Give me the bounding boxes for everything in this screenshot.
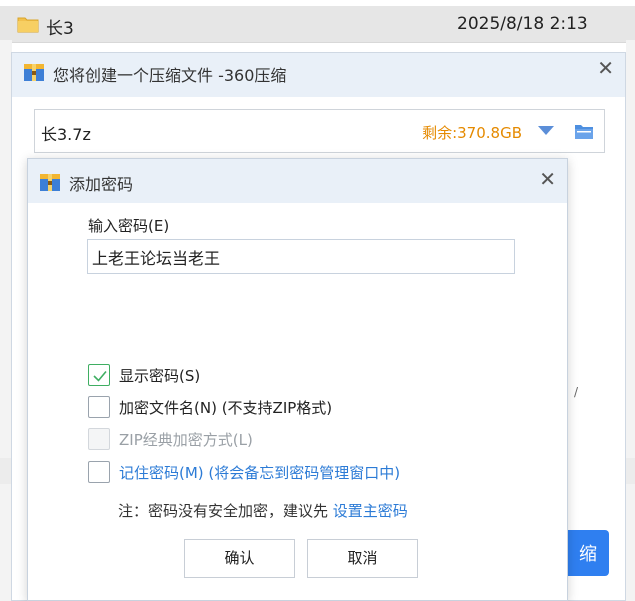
archive-app-icon <box>40 174 60 191</box>
password-input-label: 输入密码(E) <box>88 217 170 235</box>
password-input[interactable] <box>87 239 515 274</box>
main-title-bar: 您将创建一个压缩文件 -360压缩 ✕ <box>12 53 625 97</box>
file-name: 长3 <box>46 19 74 39</box>
remember-password-label[interactable]: 记住密码(M) (将会备忘到密码管理窗口中) <box>119 462 400 483</box>
set-master-password-link[interactable]: 设置主密码 <box>333 502 408 520</box>
password-dialog-title: 添加密码 <box>69 175 134 194</box>
folder-icon <box>17 17 39 33</box>
ok-button[interactable]: 确认 <box>184 539 295 578</box>
archive-path-field[interactable]: 长3.7z 剩余:370.8GB <box>34 109 605 153</box>
security-note-text: 注：密码没有安全加密，建议先 <box>118 502 333 520</box>
main-dialog-title: 您将创建一个压缩文件 -360压缩 <box>53 66 287 85</box>
file-list-row[interactable]: 长3 2025/8/18 2:13 <box>0 6 635 43</box>
free-space-label: 剩余:370.8GB <box>422 124 522 142</box>
encrypt-filenames-checkbox[interactable] <box>88 396 110 418</box>
cancel-button[interactable]: 取消 <box>307 539 418 578</box>
password-close-icon[interactable]: ✕ <box>539 169 556 189</box>
remember-password-checkbox[interactable] <box>88 461 110 483</box>
edge-glyph: / <box>574 385 579 399</box>
show-password-checkbox[interactable] <box>88 364 110 386</box>
security-note: 注：密码没有安全加密，建议先 设置主密码 <box>118 500 408 521</box>
password-title-bar: 添加密码 ✕ <box>28 159 567 203</box>
archive-path-value: 长3.7z <box>41 125 91 144</box>
file-date: 2025/8/18 2:13 <box>457 14 588 34</box>
encrypt-filenames-label: 加密文件名(N) (不支持ZIP格式) <box>119 399 333 417</box>
checkmark-icon <box>93 370 107 382</box>
archive-app-icon <box>24 64 44 81</box>
show-password-label: 显示密码(S) <box>119 367 201 385</box>
zip-classic-label: ZIP经典加密方式(L) <box>119 431 253 449</box>
zip-classic-checkbox <box>88 428 110 450</box>
background-window-edge-right <box>626 40 635 601</box>
main-close-icon[interactable]: ✕ <box>597 58 614 78</box>
add-password-dialog: 添加密码 ✕ 输入密码(E) 显示密码(S) 加密文件名(N) (不支持ZIP格… <box>27 158 568 601</box>
chevron-down-icon[interactable] <box>538 126 554 135</box>
browse-folder-icon[interactable] <box>574 122 594 140</box>
